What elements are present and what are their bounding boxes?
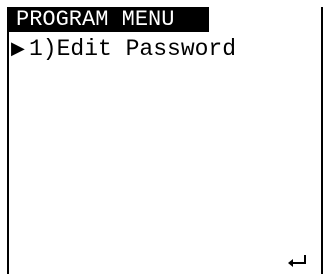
enter-return-icon[interactable] — [287, 254, 307, 268]
menu-item-edit-password[interactable]: ▶ 1)Edit Password — [9, 36, 236, 62]
page-title: PROGRAM MENU — [9, 7, 209, 32]
menu-item-label: 1)Edit Password — [29, 36, 237, 62]
selection-arrow-icon: ▶ — [11, 38, 25, 59]
lcd-screen: PROGRAM MENU ▶ 1)Edit Password — [7, 7, 323, 274]
